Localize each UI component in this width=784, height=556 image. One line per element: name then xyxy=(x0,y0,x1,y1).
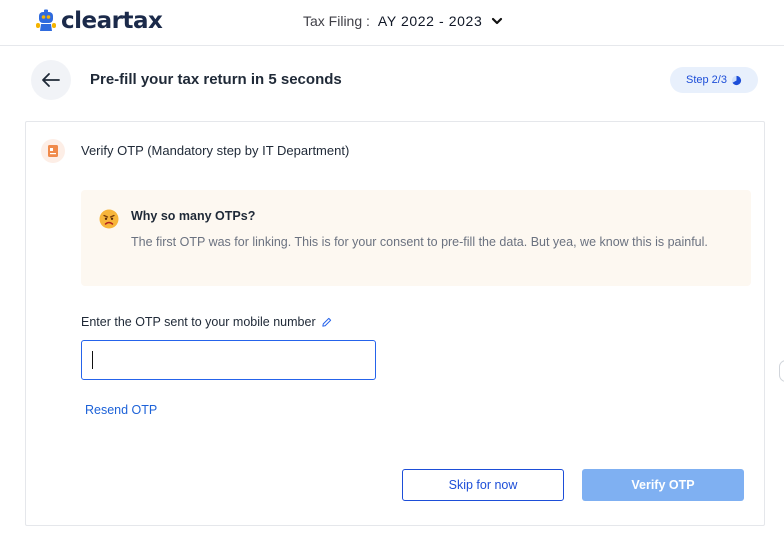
cleartax-logo[interactable]: cleartax xyxy=(35,7,163,35)
text-cursor xyxy=(92,351,93,369)
skip-for-now-button[interactable]: Skip for now xyxy=(402,469,564,501)
assessment-year-value: AY 2022 - 2023 xyxy=(377,13,483,29)
step-indicator-badge: Step 2/3 xyxy=(670,67,758,93)
back-button[interactable] xyxy=(31,60,71,100)
arrow-left-icon xyxy=(42,73,60,87)
tax-filing-label: Tax Filing : xyxy=(303,13,370,29)
chevron-down-icon xyxy=(492,17,503,25)
otp-info-box: Why so many OTPs? The first OTP was for … xyxy=(81,190,751,286)
cleartax-mascot-icon xyxy=(36,9,56,31)
annoyed-face-icon xyxy=(99,209,119,229)
card-title: Verify OTP (Mandatory step by IT Departm… xyxy=(81,143,350,158)
page-header: Pre-fill your tax return in 5 seconds St… xyxy=(0,47,784,115)
verify-otp-card: Verify OTP (Mandatory step by IT Departm… xyxy=(25,121,765,526)
floating-edge-handle[interactable] xyxy=(779,360,784,382)
otp-label-text: Enter the OTP sent to your mobile number xyxy=(81,315,316,329)
info-title: Why so many OTPs? xyxy=(131,209,256,223)
progress-pie-icon xyxy=(731,75,742,85)
assessment-year-selector[interactable]: Tax Filing : AY 2022 - 2023 xyxy=(303,13,503,29)
otp-field-label: Enter the OTP sent to your mobile number xyxy=(81,315,332,329)
info-text: The first OTP was for linking. This is f… xyxy=(131,235,708,249)
top-bar: cleartax Tax Filing : AY 2022 - 2023 xyxy=(0,0,784,46)
step-text: Step 2/3 xyxy=(686,74,727,86)
verify-otp-button[interactable]: Verify OTP xyxy=(582,469,744,501)
otp-input[interactable] xyxy=(81,340,376,380)
brand-name: cleartax xyxy=(61,8,163,34)
edit-pencil-icon[interactable] xyxy=(321,317,332,328)
resend-otp-link[interactable]: Resend OTP xyxy=(85,403,157,417)
page-title: Pre-fill your tax return in 5 seconds xyxy=(90,71,342,88)
document-icon xyxy=(41,139,65,163)
